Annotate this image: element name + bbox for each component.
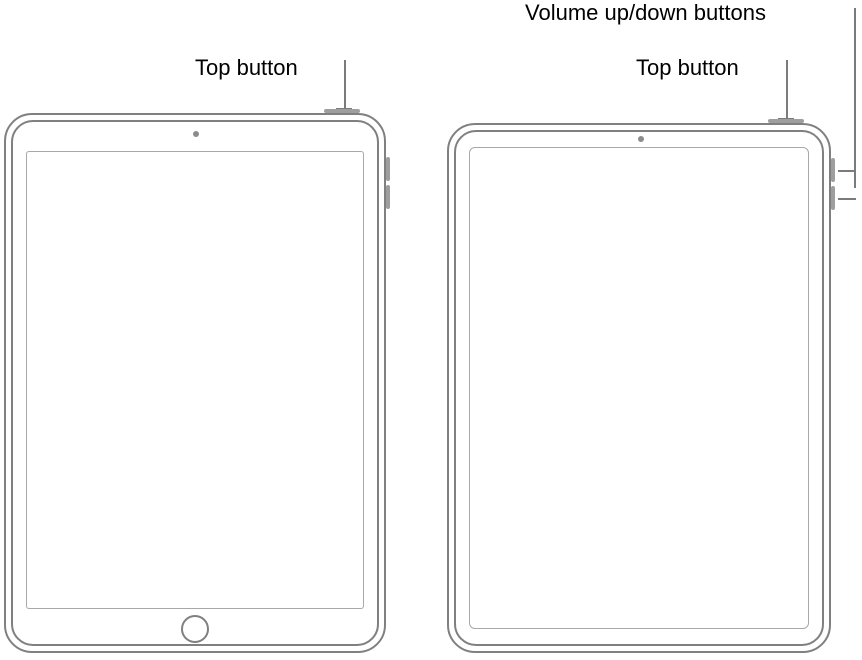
side-button-left-2 (386, 185, 390, 209)
home-button (181, 615, 209, 643)
ipad-right (447, 123, 831, 653)
label-volume-buttons: Volume up/down buttons (525, 0, 766, 26)
top-button-right (768, 119, 804, 123)
volume-down-button (831, 186, 835, 210)
ipad-screen (469, 147, 809, 629)
front-camera-icon (193, 131, 199, 137)
callout-line (854, 8, 856, 188)
front-camera-icon (638, 136, 644, 142)
callout-line (786, 60, 788, 118)
top-button-left (324, 109, 360, 113)
ipad-left (4, 113, 386, 653)
side-button-left-1 (386, 157, 390, 181)
ipad-screen (26, 151, 364, 609)
callout-line (344, 60, 346, 108)
label-top-button-left: Top button (195, 55, 298, 81)
volume-up-button (831, 158, 835, 182)
callout-line (838, 198, 856, 200)
label-top-button-right: Top button (636, 55, 739, 81)
callout-line (838, 170, 856, 172)
